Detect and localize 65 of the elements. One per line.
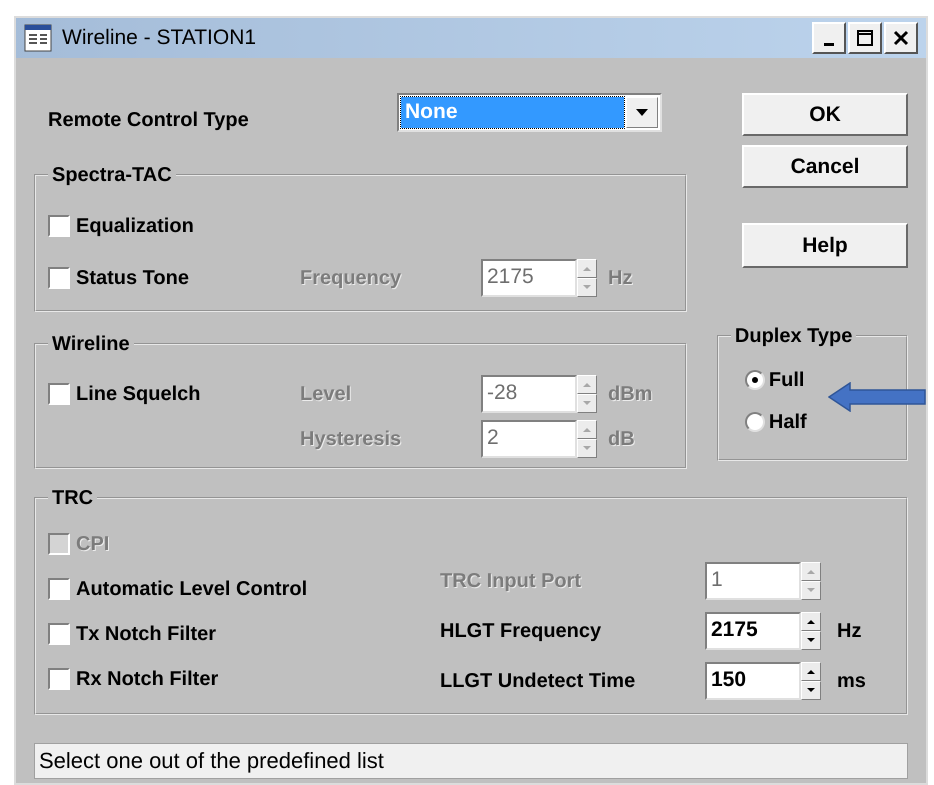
checkbox-label: Tx Notch Filter	[76, 622, 216, 646]
down-arrow-icon	[807, 688, 815, 693]
dropdown-arrow-button[interactable]	[626, 97, 658, 128]
field-label: Frequency	[300, 266, 402, 291]
unit-label: dB	[608, 426, 636, 452]
checkbox[interactable]	[48, 215, 70, 237]
group-title: Duplex Type	[734, 324, 854, 349]
checkbox-label: CPI	[76, 532, 110, 556]
checkbox[interactable]	[48, 668, 70, 690]
field-label: TRC Input Port	[440, 569, 582, 594]
spin-down-button[interactable]	[801, 631, 821, 650]
field-label: Remote Control Type	[47, 108, 250, 133]
down-arrow-icon	[583, 400, 591, 406]
unit-label: Hz	[608, 266, 634, 291]
window-icon	[24, 24, 52, 52]
checkbox[interactable]	[48, 382, 70, 404]
maximize-button[interactable]	[848, 22, 882, 54]
checkbox-label: Status Tone	[76, 266, 189, 291]
checkbox-label: Automatic Level Control	[76, 576, 308, 602]
radio-button[interactable]	[744, 370, 765, 390]
checkbox[interactable]	[48, 578, 70, 600]
unit-label: ms	[837, 669, 866, 694]
up-arrow-icon	[807, 619, 815, 624]
minimize-button[interactable]	[812, 22, 846, 54]
up-arrow-icon	[583, 266, 591, 271]
number-field[interactable]: 150	[705, 662, 801, 700]
field-label: LLGT Undetect Time	[440, 669, 636, 694]
group-title: Wireline	[51, 332, 131, 357]
up-arrow-icon	[807, 569, 815, 574]
window-title: Wireline - STATION1	[62, 25, 258, 52]
down-arrow-icon	[583, 446, 591, 450]
close-button[interactable]	[884, 22, 918, 54]
down-arrow-icon	[583, 285, 591, 290]
checkbox-label: Rx Notch Filter	[76, 666, 218, 692]
down-arrow-icon	[807, 638, 815, 643]
maximize-icon	[856, 29, 874, 47]
field-label: Level	[300, 382, 352, 406]
down-arrow-icon	[807, 588, 815, 593]
checkbox[interactable]	[48, 622, 70, 644]
checkbox-label: Equalization	[76, 214, 194, 239]
up-arrow-icon	[807, 669, 815, 674]
group-title: TRC	[51, 486, 94, 511]
minimize-icon	[824, 42, 834, 46]
group-title: Spectra-TAC	[51, 163, 173, 188]
up-arrow-icon	[583, 426, 591, 432]
checkbox[interactable]	[48, 267, 70, 289]
radio-label: Full	[768, 368, 804, 393]
spin-up-button[interactable]	[801, 612, 821, 631]
radio-button[interactable]	[744, 412, 765, 432]
up-arrow-icon	[583, 382, 591, 386]
dialog-button[interactable]: Cancel	[742, 145, 908, 188]
spin-down-button[interactable]	[801, 681, 821, 700]
field-label: Hysteresis	[300, 426, 402, 452]
checkbox-label: Line Squelch	[76, 382, 200, 406]
field-label: HLGT Frequency	[440, 619, 602, 644]
number-field[interactable]: 2175	[705, 612, 801, 650]
unit-label: dBm	[608, 382, 654, 406]
spin-up-button[interactable]	[801, 662, 821, 681]
status-bar: Select one out of the predefined list	[34, 743, 908, 779]
dialog-button[interactable]: Help	[742, 223, 908, 268]
unit-label: Hz	[837, 619, 862, 644]
radio-label: Half	[768, 410, 807, 435]
caret-icon	[636, 109, 648, 116]
dialog-button[interactable]: OK	[742, 93, 908, 136]
close-icon	[892, 29, 910, 47]
